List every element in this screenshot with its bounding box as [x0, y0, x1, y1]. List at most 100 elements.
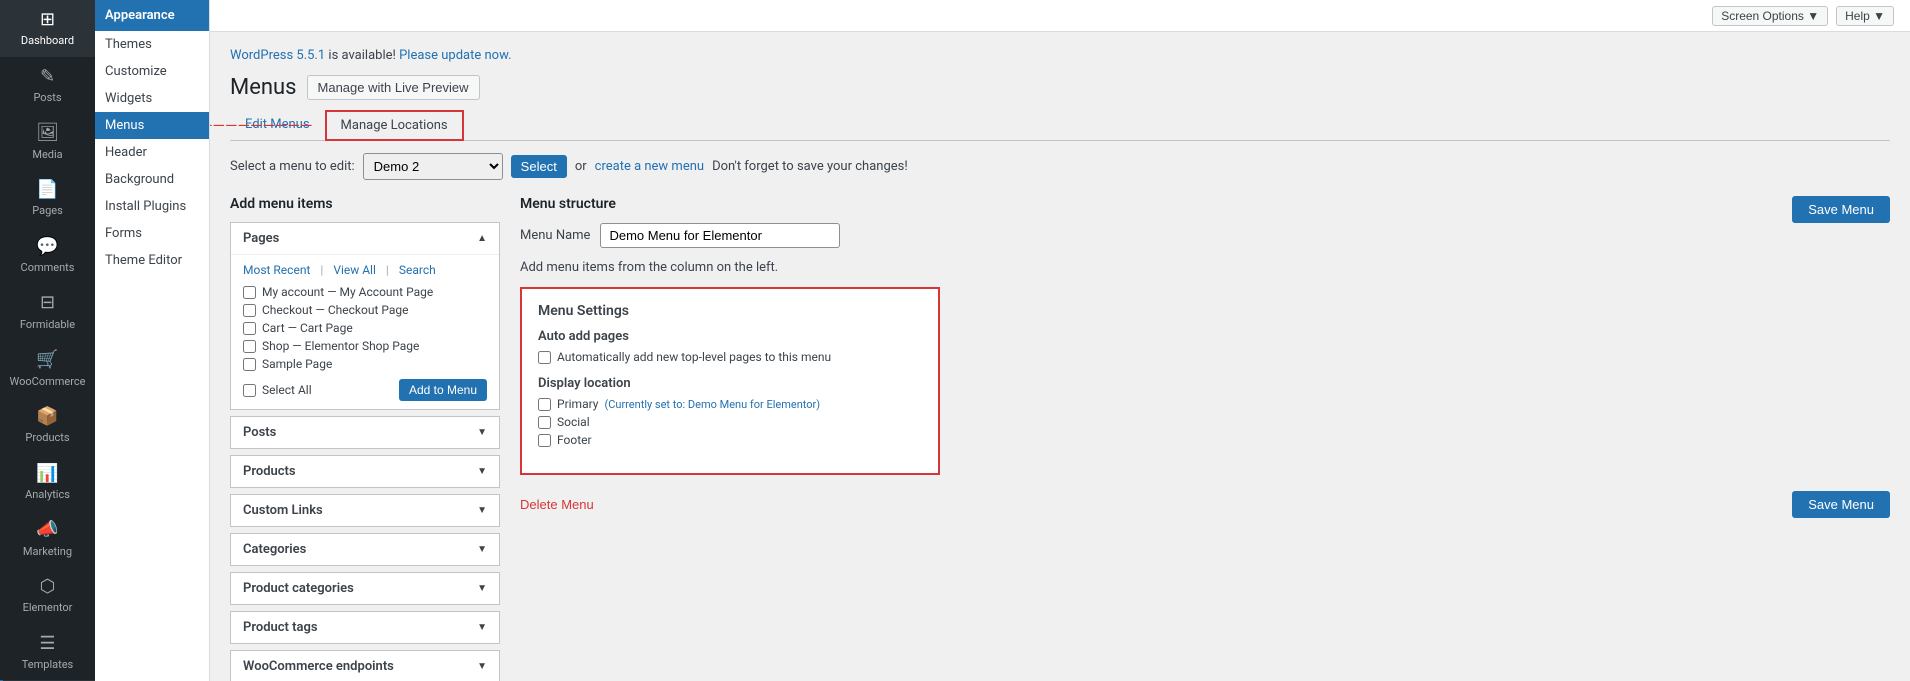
- select-all-label[interactable]: Select All: [243, 383, 312, 397]
- sidebar-item-marketing[interactable]: 📣Marketing: [0, 510, 95, 567]
- appearance-submenu-widgets[interactable]: Widgets: [95, 85, 209, 112]
- location-note-0: (Currently set to: Demo Menu for Element…: [604, 398, 820, 411]
- marketing-icon: 📣: [36, 518, 58, 541]
- menu-select[interactable]: Demo 2: [363, 153, 503, 180]
- sidebar-item-products[interactable]: 📦Products: [0, 397, 95, 454]
- page-label: Shop — Elementor Shop Page: [262, 339, 419, 353]
- accordion-woocommerce-endpoints-label: WooCommerce endpoints: [243, 659, 394, 674]
- accordion-product-categories: Product categories▼: [230, 572, 500, 605]
- accordion-categories: Categories▼: [230, 533, 500, 566]
- select-menu-button[interactable]: Select: [511, 155, 567, 178]
- sidebar-label-posts: Posts: [33, 91, 61, 105]
- page-checkbox[interactable]: [243, 340, 256, 353]
- page-checkbox[interactable]: [243, 304, 256, 317]
- appearance-submenu-customize[interactable]: Customize: [95, 58, 209, 85]
- appearance-submenu-theme-editor[interactable]: Theme Editor: [95, 247, 209, 274]
- sidebar-label-media: Media: [32, 148, 62, 162]
- tab-search[interactable]: Search: [399, 263, 436, 277]
- menus-title-row: Menus Manage with Live Preview: [230, 75, 1890, 100]
- select-menu-label: Select a menu to edit:: [230, 159, 355, 174]
- page-checkbox[interactable]: [243, 286, 256, 299]
- update-is-text: is available!: [328, 48, 395, 63]
- sidebar-item-formidable[interactable]: ⊟Formidable: [0, 283, 95, 340]
- sidebar-item-analytics[interactable]: 📊Analytics: [0, 454, 95, 511]
- add-to-menu-button[interactable]: Add to Menu: [399, 379, 487, 401]
- accordion-custom-links: Custom Links▼: [230, 494, 500, 527]
- appearance-submenu-themes[interactable]: Themes: [95, 31, 209, 58]
- manage-live-preview-button[interactable]: Manage with Live Preview: [307, 75, 480, 100]
- menu-name-input[interactable]: [600, 223, 840, 248]
- accordion-product-tags-header[interactable]: Product tags▼: [231, 612, 499, 643]
- menu-settings-title: Menu Settings: [538, 303, 922, 319]
- accordion-products-chevron: ▼: [477, 466, 487, 477]
- accordion-pages-header[interactable]: Pages ▲: [231, 223, 499, 254]
- appearance-submenu-menus[interactable]: Menus: [95, 112, 209, 139]
- sidebar-item-posts[interactable]: ✎Posts: [0, 57, 95, 114]
- main-content: Screen Options ▼ Help ▼ WordPress 5.5.1 …: [210, 0, 1910, 681]
- page-list-item: Shop — Elementor Shop Page: [243, 339, 487, 353]
- sidebar-item-media[interactable]: 🖼 Media: [0, 113, 95, 170]
- update-notice: WordPress 5.5.1 is available! Please upd…: [230, 48, 1890, 63]
- location-label-0: Primary: [557, 397, 598, 411]
- sidebar-label-analytics: Analytics: [25, 488, 70, 502]
- tab-manage-locations-label: Manage Locations: [341, 118, 448, 133]
- sidebar-item-elementor[interactable]: ⬡Elementor: [0, 567, 95, 624]
- tab-view-all[interactable]: View All: [333, 263, 376, 277]
- location-checkbox-0[interactable]: [538, 398, 551, 411]
- select-all-checkbox[interactable]: [243, 384, 256, 397]
- auto-add-checkbox[interactable]: [538, 351, 551, 364]
- save-menu-button-bottom[interactable]: Save Menu: [1792, 491, 1890, 518]
- accordion-categories-label: Categories: [243, 542, 306, 557]
- page-checkbox[interactable]: [243, 358, 256, 371]
- screen-options-button[interactable]: Screen Options ▼: [1712, 6, 1828, 26]
- update-version-link[interactable]: WordPress 5.5.1: [230, 48, 325, 63]
- accordion-products-header[interactable]: Products▼: [231, 456, 499, 487]
- location-label-2: Footer: [557, 433, 592, 447]
- sidebar-item-pages[interactable]: 📄Pages: [0, 170, 95, 227]
- menu-settings-box: Menu Settings Auto add pages Automatical…: [520, 287, 940, 475]
- accordion-categories-header[interactable]: Categories▼: [231, 534, 499, 565]
- location-checkbox-1[interactable]: [538, 416, 551, 429]
- update-now-link[interactable]: Please update now.: [399, 48, 511, 63]
- media-icon: 🖼: [36, 121, 59, 144]
- tab-most-recent[interactable]: Most Recent: [243, 263, 310, 277]
- accordion-posts: Posts▼: [230, 416, 500, 449]
- appearance-submenu-install-plugins[interactable]: Install Plugins: [95, 193, 209, 220]
- delete-menu-button[interactable]: Delete Menu: [520, 497, 594, 512]
- accordion-product-categories-header[interactable]: Product categories▼: [231, 573, 499, 604]
- tab-manage-locations[interactable]: Manage Locations ←————————————: [325, 110, 464, 141]
- accordion-woocommerce-endpoints: WooCommerce endpoints▼: [230, 650, 500, 681]
- sidebar-item-dashboard[interactable]: ⊞Dashboard: [0, 0, 95, 57]
- accordion-custom-links-header[interactable]: Custom Links▼: [231, 495, 499, 526]
- templates-icon: ☰: [39, 632, 55, 655]
- page-checkbox[interactable]: [243, 322, 256, 335]
- menu-name-row: Menu Name: [520, 223, 1890, 248]
- accordion-woocommerce-endpoints-header[interactable]: WooCommerce endpoints▼: [231, 651, 499, 681]
- location-label-1: Social: [557, 415, 590, 429]
- auto-add-label: Auto add pages: [538, 329, 922, 344]
- menu-name-label: Menu Name: [520, 228, 590, 243]
- appearance-submenu-forms[interactable]: Forms: [95, 220, 209, 247]
- page-label: Checkout — Checkout Page: [262, 303, 409, 317]
- products-icon: 📦: [36, 405, 58, 428]
- save-menu-button-top[interactable]: Save Menu: [1792, 196, 1890, 223]
- left-column: Add menu items Pages ▲ Most Recent | Vie…: [230, 196, 500, 681]
- pages-list: My account — My Account Page Checkout — C…: [243, 285, 487, 371]
- accordion-posts-header[interactable]: Posts▼: [231, 417, 499, 448]
- help-button[interactable]: Help ▼: [1836, 6, 1894, 26]
- sidebar-label-comments: Comments: [21, 261, 75, 275]
- sidebar-item-comments[interactable]: 💬Comments: [0, 227, 95, 284]
- sidebar-item-templates[interactable]: ☰Templates: [0, 624, 95, 681]
- pages-icon: 📄: [36, 178, 58, 201]
- appearance-submenu-background[interactable]: Background: [95, 166, 209, 193]
- location-checkbox-2[interactable]: [538, 434, 551, 447]
- accordion-pages-body: Most Recent | View All | Search My accou…: [231, 254, 499, 409]
- formidable-icon: ⊟: [40, 291, 55, 314]
- sidebar-item-woocommerce[interactable]: 🛒WooCommerce: [0, 340, 95, 397]
- auto-add-text: Automatically add new top-level pages to…: [557, 350, 831, 364]
- create-new-menu-link[interactable]: create a new menu: [595, 159, 704, 174]
- accordion-custom-links-label: Custom Links: [243, 503, 323, 518]
- appearance-submenu-header[interactable]: Header: [95, 139, 209, 166]
- page-label: My account — My Account Page: [262, 285, 433, 299]
- location-items: Primary (Currently set to: Demo Menu for …: [538, 397, 922, 447]
